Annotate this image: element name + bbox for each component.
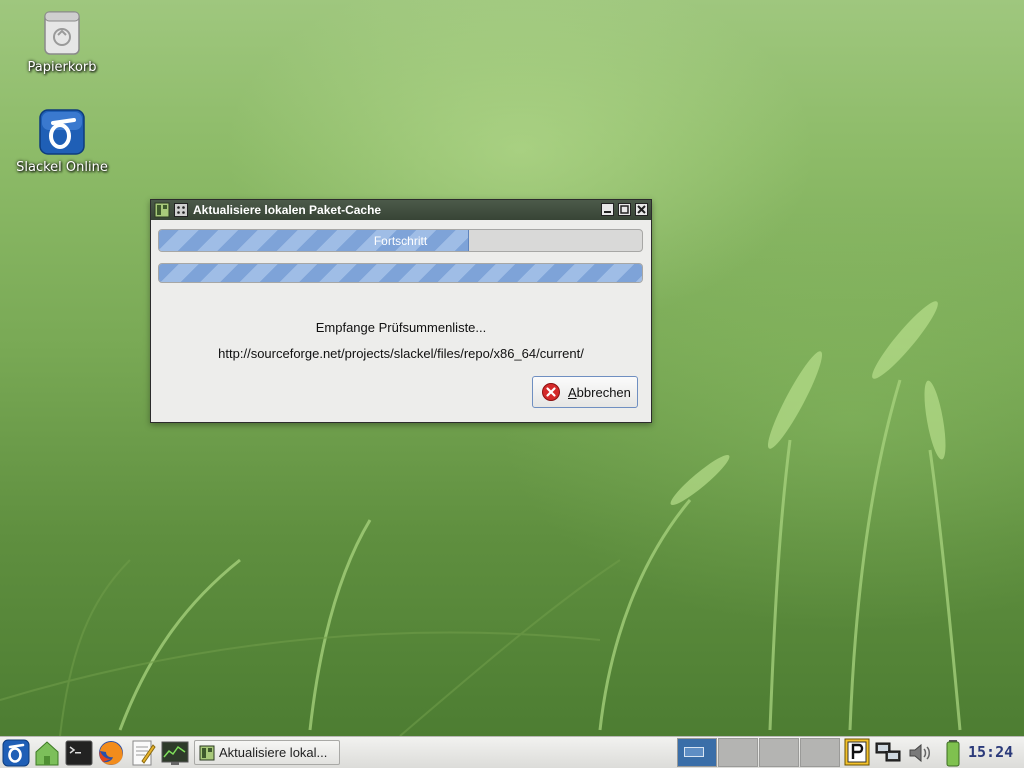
cancel-button-label: Abbrechen <box>568 385 631 400</box>
dialog-titlebar[interactable]: Aktualisiere lokalen Paket-Cache <box>151 200 651 220</box>
taskbar: Aktualisiere lokal... 15:24 <box>0 736 1024 768</box>
terminal-icon[interactable] <box>65 739 93 767</box>
workspace-3[interactable] <box>759 738 799 767</box>
system-monitor-icon[interactable] <box>161 739 189 767</box>
desktop-icon-label: Papierkorb <box>27 60 97 75</box>
download-url: http://sourceforge.net/projects/slackel/… <box>218 346 584 361</box>
status-message: Empfange Prüfsummenliste... <box>315 320 487 335</box>
window-menu-icon[interactable] <box>174 203 188 217</box>
clock[interactable]: 15:24 <box>968 743 1013 761</box>
text-editor-icon[interactable] <box>129 739 157 767</box>
battery-icon <box>946 740 960 767</box>
taskbar-window-button[interactable]: Aktualisiere lokal... <box>194 740 340 765</box>
progress-bar-label: Fortschritt <box>373 234 428 248</box>
cancel-button[interactable]: Abbrechen <box>532 376 638 408</box>
workspace-1[interactable] <box>677 738 717 767</box>
maximize-icon <box>620 205 629 214</box>
close-icon <box>637 205 646 214</box>
desktop-icon-label: Slackel Online <box>16 160 108 175</box>
maximize-button[interactable] <box>618 203 631 216</box>
desktop-icon-trash[interactable]: Papierkorb <box>12 8 112 75</box>
start-menu-icon[interactable] <box>2 739 30 767</box>
trash-icon <box>38 8 86 56</box>
cancel-icon <box>542 383 560 401</box>
progress-bar-main: Fortschritt <box>158 229 643 252</box>
workspace-2[interactable] <box>718 738 758 767</box>
package-manager-icon <box>199 745 215 761</box>
taskbar-window-label: Aktualisiere lokal... <box>219 745 328 760</box>
network-icon[interactable] <box>874 739 902 767</box>
close-button[interactable] <box>635 203 648 216</box>
workspace-window-thumb <box>684 747 704 757</box>
package-manager-icon <box>154 202 170 218</box>
minimize-icon <box>604 211 611 213</box>
progress-bar-secondary-fill <box>159 264 642 282</box>
update-cache-dialog: Aktualisiere lokalen Paket-Cache Fortsch… <box>150 199 652 423</box>
firefox-icon[interactable] <box>97 739 125 767</box>
workspace-4[interactable] <box>800 738 840 767</box>
progress-bar-secondary <box>158 263 643 283</box>
slackel-logo-icon <box>38 108 86 156</box>
package-updater-tray-icon[interactable] <box>843 738 871 766</box>
dialog-title: Aktualisiere lokalen Paket-Cache <box>193 203 382 217</box>
desktop-icon-slackel-online[interactable]: Slackel Online <box>12 108 112 175</box>
volume-icon[interactable] <box>906 739 934 767</box>
desktop: Papierkorb Slackel Online Aktualisiere l… <box>0 0 1024 768</box>
minimize-button[interactable] <box>601 203 614 216</box>
home-folder-icon[interactable] <box>33 739 61 767</box>
